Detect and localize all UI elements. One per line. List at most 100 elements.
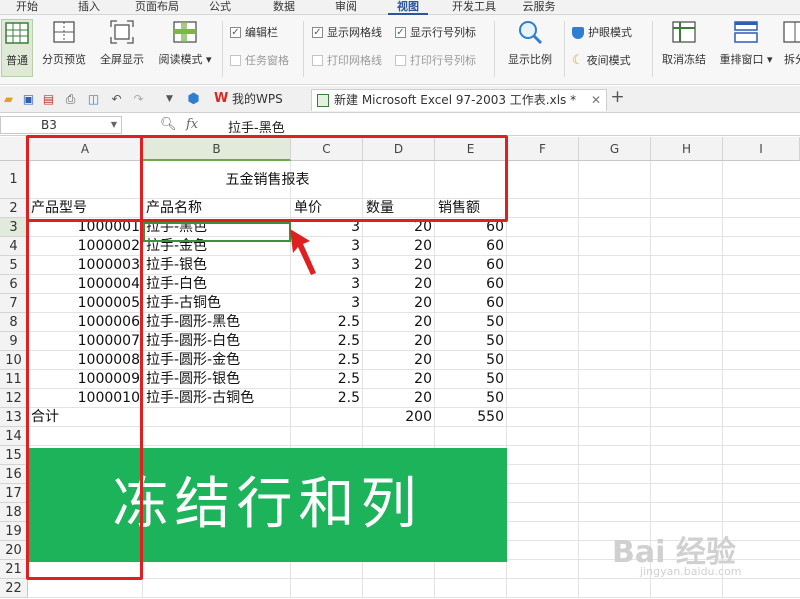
data-cell[interactable]: 3 [294,294,363,313]
name-box[interactable]: B3 ▼ [0,116,122,134]
row-header-5[interactable]: 5 [0,256,28,275]
data-cell[interactable]: 拉手-银色 [146,256,291,275]
column-header-h[interactable]: H [651,137,723,161]
data-cell[interactable]: 20 [366,332,435,351]
active-cell-b3[interactable] [143,222,291,242]
save-icon[interactable]: ▣ [21,92,36,107]
formula-content[interactable]: 拉手-黑色 [228,117,285,136]
data-cell[interactable]: 拉手-圆形-黑色 [146,313,291,332]
row-header-17[interactable]: 17 [0,484,28,503]
night-mode-button[interactable]: ☾ 夜间模式 [572,53,631,69]
chevron-down-icon[interactable]: ▼ [111,117,117,133]
row-header-11[interactable]: 11 [0,370,28,389]
unfreeze-button[interactable]: 取消冻结 [656,19,712,67]
formula-bar-checkbox[interactable]: ✓ 编辑栏 [230,25,278,41]
rearrange-window-button[interactable]: 重排窗口 ▾ [716,19,776,67]
data-cell[interactable]: 50 [438,351,507,370]
data-cell[interactable]: 拉手-圆形-古铜色 [146,389,291,408]
menu-page-layout[interactable]: 页面布局 [128,0,186,15]
menu-cloud[interactable]: 云服务 [516,0,562,15]
row-header-18[interactable]: 18 [0,503,28,522]
redo-icon[interactable]: ↷ [131,92,146,107]
data-cell[interactable]: 20 [366,370,435,389]
menu-data[interactable]: 数据 [264,0,304,15]
menu-insert[interactable]: 插入 [66,0,112,15]
menu-developer[interactable]: 开发工具 [444,0,504,15]
print-gridlines-checkbox[interactable]: 打印网格线 [312,53,382,69]
data-cell[interactable]: 2.5 [294,313,363,332]
data-cell[interactable]: 60 [438,275,507,294]
row-header-2[interactable]: 2 [0,199,28,218]
row-header-10[interactable]: 10 [0,351,28,370]
column-header-f[interactable]: F [507,137,579,161]
function-icon[interactable]: fx [186,117,198,132]
menu-view[interactable]: 视图 [388,0,428,15]
row-header-13[interactable]: 13 [0,408,28,427]
data-cell[interactable]: 3 [294,275,363,294]
row-header-16[interactable]: 16 [0,465,28,484]
row-header-12[interactable]: 12 [0,389,28,408]
row-header-6[interactable]: 6 [0,275,28,294]
normal-view-button[interactable]: 普通 [1,19,33,77]
column-header-g[interactable]: G [579,137,651,161]
tab-my-wps[interactable]: W 我的WPS [210,89,306,111]
close-icon[interactable]: ✕ [591,90,601,110]
customize-dropdown-icon[interactable]: ▼ [162,92,177,107]
menu-home[interactable]: 开始 [4,0,50,15]
print-preview-icon[interactable]: ◫ [86,92,101,107]
show-headings-checkbox[interactable]: ✓ 显示行号列标 [395,25,476,41]
zoom-formula-icon[interactable]: 🔍︎ [160,117,177,132]
page-break-button[interactable]: 分页预览 [38,19,90,67]
total-qty-cell[interactable]: 200 [366,408,435,427]
row-header-14[interactable]: 14 [0,427,28,446]
row-header-9[interactable]: 9 [0,332,28,351]
row-header-3[interactable]: 3 [0,218,28,237]
undo-icon[interactable]: ↶ [109,92,124,107]
menu-formula[interactable]: 公式 [200,0,240,15]
data-cell[interactable]: 2.5 [294,370,363,389]
data-cell[interactable]: 20 [366,256,435,275]
data-cell[interactable]: 60 [438,256,507,275]
tab-workbook[interactable]: 新建 Microsoft Excel 97-2003 工作表.xls * ✕ [311,89,607,111]
zoom-button[interactable]: 显示比例 [502,19,558,67]
print-icon[interactable]: ⎙ [63,92,78,107]
data-cell[interactable]: 50 [438,389,507,408]
cube-icon[interactable]: ⬢ [186,92,201,107]
data-cell[interactable]: 拉手-圆形-金色 [146,351,291,370]
data-cell[interactable]: 20 [366,237,435,256]
row-header-22[interactable]: 22 [0,579,28,598]
data-cell[interactable]: 60 [438,294,507,313]
open-folder-icon[interactable]: ▰ [1,92,16,107]
data-cell[interactable]: 20 [366,313,435,332]
data-cell[interactable]: 拉手-圆形-白色 [146,332,291,351]
eye-protect-button[interactable]: 护眼模式 [572,25,632,41]
row-header-19[interactable]: 19 [0,522,28,541]
data-cell[interactable]: 20 [366,389,435,408]
data-cell[interactable]: 20 [366,351,435,370]
new-tab-button[interactable]: + [610,89,625,106]
data-cell[interactable]: 20 [366,294,435,313]
row-header-4[interactable]: 4 [0,237,28,256]
row-header-8[interactable]: 8 [0,313,28,332]
data-cell[interactable]: 2.5 [294,389,363,408]
print-headings-checkbox[interactable]: 打印行号列标 [395,53,476,69]
data-cell[interactable]: 60 [438,237,507,256]
column-header-i[interactable]: I [723,137,800,161]
menu-review[interactable]: 审阅 [326,0,366,15]
data-cell[interactable]: 拉手-古铜色 [146,294,291,313]
data-cell[interactable]: 拉手-圆形-银色 [146,370,291,389]
data-cell[interactable]: 50 [438,370,507,389]
data-cell[interactable]: 2.5 [294,332,363,351]
total-sales-cell[interactable]: 550 [438,408,507,427]
show-gridlines-checkbox[interactable]: ✓ 显示网格线 [312,25,382,41]
select-all-corner[interactable] [0,137,28,161]
fullscreen-button[interactable]: 全屏显示 [96,19,148,67]
data-cell[interactable]: 50 [438,332,507,351]
data-cell[interactable]: 拉手-白色 [146,275,291,294]
row-header-15[interactable]: 15 [0,446,28,465]
export-pdf-icon[interactable]: ▤ [41,92,56,107]
split-button[interactable]: 拆分 [780,19,800,67]
task-pane-checkbox[interactable]: 任务窗格 [230,53,289,69]
row-header-21[interactable]: 21 [0,560,28,579]
data-cell[interactable]: 2.5 [294,351,363,370]
